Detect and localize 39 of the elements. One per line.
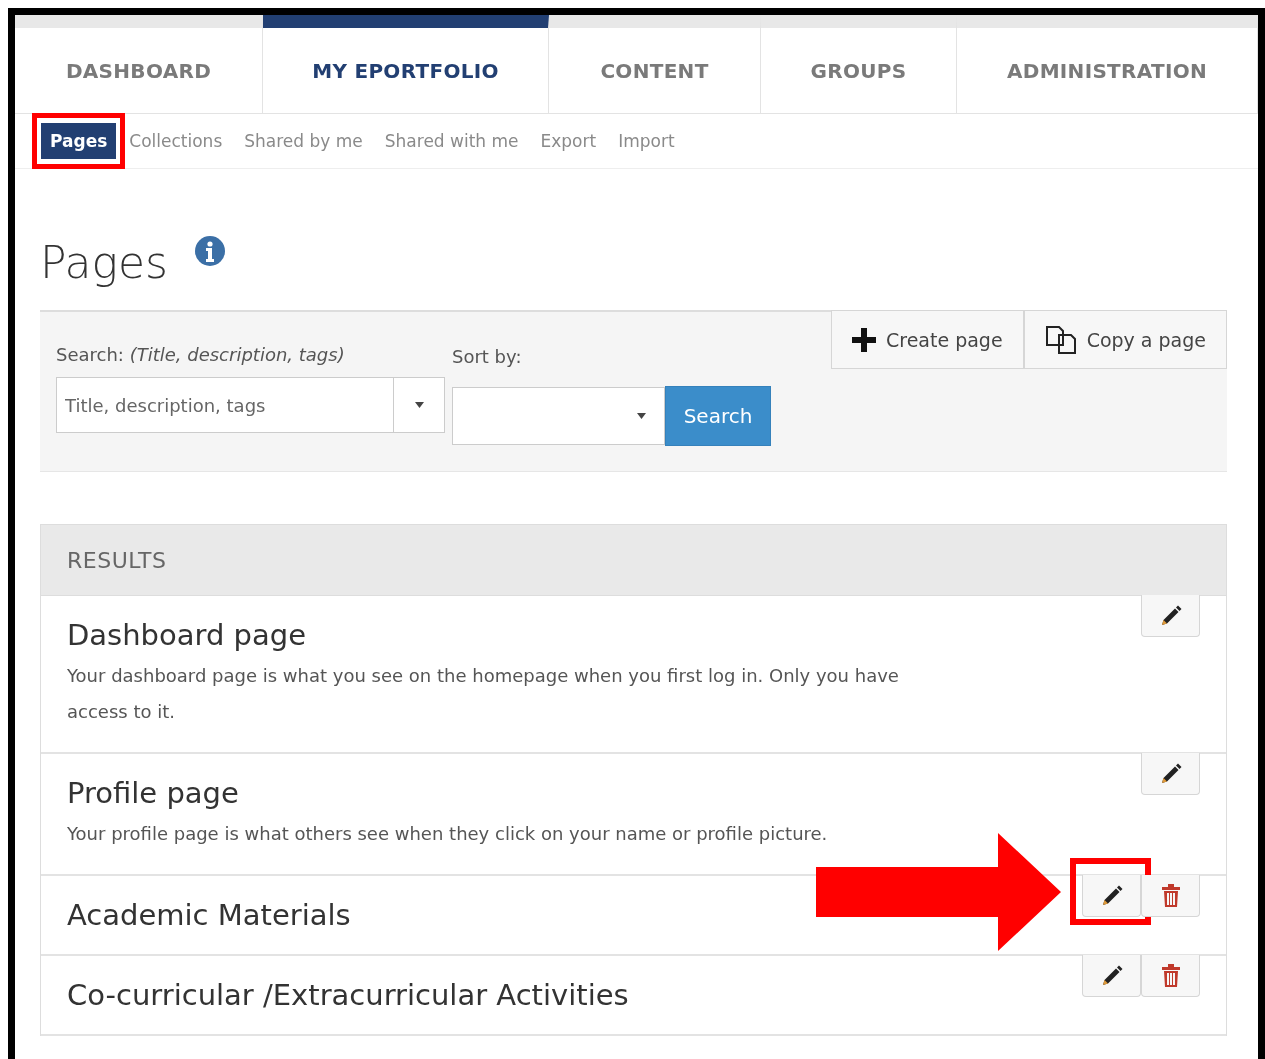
edit-button[interactable] <box>1082 875 1141 917</box>
subnav-tab[interactable]: Import <box>609 123 684 159</box>
page-name[interactable]: Dashboard page <box>67 618 306 652</box>
info-icon[interactable] <box>193 235 226 267</box>
trash-icon <box>1160 883 1181 908</box>
nav-tab[interactable]: CONTENT <box>549 15 761 113</box>
page-description: Your profile page is what others see when they click on your name or profile picture. <box>67 822 829 846</box>
results-heading: RESULTS <box>67 547 167 573</box>
nav-tab[interactable]: MY EPORTFOLIO <box>263 15 549 113</box>
page-title: Pages <box>40 237 168 288</box>
plus-icon <box>852 327 876 352</box>
page-name[interactable]: Co-curricular /Extracurricular Activities <box>67 978 629 1012</box>
page-name[interactable]: Profile page <box>67 776 239 810</box>
delete-button[interactable] <box>1141 955 1200 997</box>
delete-button[interactable] <box>1141 875 1200 917</box>
page-name[interactable]: Academic Materials <box>67 898 351 932</box>
nav-tab[interactable]: GROUPS <box>761 15 957 113</box>
copy-icon <box>1044 324 1077 355</box>
subnav-tab[interactable]: Shared with me <box>375 123 528 159</box>
search-button[interactable]: Search <box>665 386 771 446</box>
nav-tab[interactable]: DASHBOARD <box>15 15 263 113</box>
create-page-button[interactable]: Create page <box>831 310 1024 369</box>
subnav-tab[interactable]: Collections <box>120 123 232 159</box>
subnav-tab[interactable]: Export <box>531 123 606 159</box>
nav-tab[interactable]: ADMINISTRATION <box>957 15 1258 113</box>
caret-icon <box>414 402 424 408</box>
dropdown-toggle[interactable] <box>394 377 445 433</box>
copy-page-button[interactable]: Copy a page <box>1023 310 1227 369</box>
edit-button[interactable] <box>1141 753 1200 795</box>
edit-button[interactable] <box>1082 955 1141 997</box>
sort-label: Sort by: <box>452 346 523 367</box>
page-description: Your dashboard page is what you see on the homepage when you first log in. Only you have access to it. <box>67 664 900 724</box>
search-field[interactable]: Title, description, tags <box>56 377 394 433</box>
edit-button[interactable] <box>1141 595 1200 637</box>
search-label: Search: (Title, description, tags) <box>56 344 346 365</box>
subnav-tab[interactable]: Pages <box>41 123 117 159</box>
caret-icon <box>637 413 646 419</box>
subnav-tab[interactable]: Shared by me <box>235 123 372 159</box>
trash-icon <box>1160 963 1181 988</box>
